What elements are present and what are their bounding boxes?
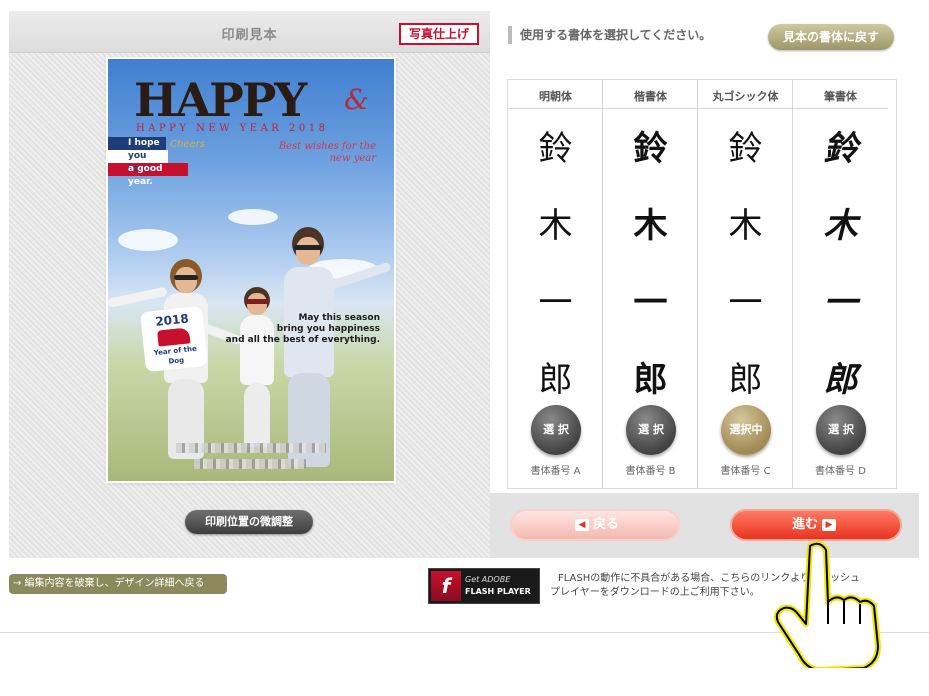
best-line: new year [329, 153, 376, 164]
person-man [280, 227, 340, 467]
msg-line: May this season [298, 313, 380, 323]
year-of-dog-badge: 2018 Year of the Dog [140, 305, 208, 373]
font-sample: 鈴 木 一 郎 [508, 124, 603, 432]
discard-edit-link[interactable]: → 編集内容を破棄し、デザイン詳細へ戻る [9, 574, 227, 594]
print-preview-panel: 印刷見本 写真仕上げ HAPPY & HAPPY NEW YEAR 2018 I… [9, 11, 490, 558]
sample-char: 木 [633, 206, 668, 246]
card-happy-text: HAPPY [134, 73, 307, 127]
back-arrow-icon: ◀ [574, 518, 589, 531]
font-option-maru-gothic: 丸ゴシック体 鈴 木 一 郎 選択中 書体番号 C [698, 80, 793, 488]
blurred-address-line [194, 459, 306, 469]
font-selection-panel: 使用する書体を選択してください。 見本の書体に戻す 明朝体 鈴 木 一 郎 選 … [490, 11, 919, 558]
sample-char: 鈴 [633, 129, 668, 169]
sample-char: 一 [823, 283, 858, 323]
reset-font-button[interactable]: 見本の書体に戻す [768, 24, 894, 50]
sample-char: 木 [538, 206, 573, 246]
font-code: 書体番号 A [530, 466, 581, 477]
select-font-a-button[interactable]: 選 択 [531, 405, 581, 455]
hand-cursor-icon [773, 540, 881, 668]
font-code: 書体番号 B [625, 466, 676, 477]
back-label: 戻る [592, 517, 619, 532]
font-option-kaisho: 楷書体 鈴 木 一 郎 選 択 書体番号 B [603, 80, 698, 488]
sample-char: 一 [633, 283, 668, 323]
next-label: 進む [791, 517, 818, 532]
font-name: 筆書体 [793, 88, 888, 109]
preview-header: 印刷見本 写真仕上げ [9, 11, 490, 53]
card-cheers-text: Cheers [170, 139, 205, 150]
person-girl [238, 287, 278, 447]
font-sample: 鈴 木 一 郎 [698, 124, 793, 432]
font-code: 書体番号 D [815, 466, 866, 477]
next-arrow-icon: ▶ [822, 518, 836, 531]
select-font-c-button[interactable]: 選択中 [721, 405, 771, 455]
sample-char: 鈴 [823, 129, 858, 169]
font-name: 丸ゴシック体 [698, 88, 793, 109]
msg-line: and all the best of everything. [225, 335, 380, 345]
flash-logo-icon: f [431, 571, 461, 601]
font-sample: 鈴 木 一 郎 [603, 124, 698, 432]
cloud-shape [228, 209, 278, 225]
card-ampersand: & [344, 83, 369, 116]
flag-line: I hope [108, 137, 166, 150]
blurred-address-line [176, 443, 326, 453]
font-instruction: 使用する書体を選択してください。 [508, 26, 711, 44]
select-font-d-button[interactable]: 選 択 [816, 405, 866, 455]
font-options: 明朝体 鈴 木 一 郎 選 択 書体番号 A 楷書体 鈴 木 一 郎 選 択 書… [507, 79, 897, 489]
card-new-year-text: HAPPY NEW YEAR 2018 [136, 123, 329, 134]
sample-char: 鈴 [728, 129, 763, 169]
dog-year-text: 2018 [154, 311, 190, 329]
font-sample: 鈴 木 一 郎 [793, 124, 888, 432]
sample-char: 鈴 [538, 129, 573, 169]
postcard-preview: HAPPY & HAPPY NEW YEAR 2018 I hope you h… [108, 59, 394, 481]
sample-char: 一 [728, 283, 763, 323]
flash-player-text: FLASH PLAYER [465, 587, 531, 596]
font-name: 明朝体 [508, 88, 603, 109]
flag-line: you have [108, 150, 168, 174]
sample-char: 一 [538, 283, 573, 323]
sample-char: 木 [728, 206, 763, 246]
flag-line: a good year. [108, 163, 188, 187]
font-name: 楷書体 [603, 88, 698, 109]
select-font-b-button[interactable]: 選 択 [626, 405, 676, 455]
best-line: Best wishes for the [278, 141, 376, 152]
next-button[interactable]: 進む ▶ [730, 509, 902, 541]
card-message: May this season bring you happiness and … [218, 313, 380, 346]
font-option-fude: 筆書体 鈴 木 一 郎 選 択 書体番号 D [793, 80, 888, 488]
fine-adjust-button[interactable]: 印刷位置の微調整 [185, 510, 313, 534]
sample-char: 木 [823, 206, 858, 246]
dog-icon [157, 327, 191, 347]
msg-line: bring you happiness [276, 324, 380, 334]
flash-get-text: Get ADOBE [465, 575, 511, 584]
cloud-shape [118, 229, 178, 251]
font-code: 書体番号 C [720, 466, 771, 477]
card-best-wishes: Best wishes for the new year [266, 141, 376, 165]
editor-app: 印刷見本 写真仕上げ HAPPY & HAPPY NEW YEAR 2018 I… [9, 11, 919, 558]
back-button[interactable]: ◀ 戻る [510, 509, 680, 541]
photo-finish-badge: 写真仕上げ [399, 23, 479, 45]
font-option-mincho: 明朝体 鈴 木 一 郎 選 択 書体番号 A [508, 80, 603, 488]
get-flash-player-link[interactable]: f Get ADOBE FLASH PLAYER [428, 568, 540, 604]
